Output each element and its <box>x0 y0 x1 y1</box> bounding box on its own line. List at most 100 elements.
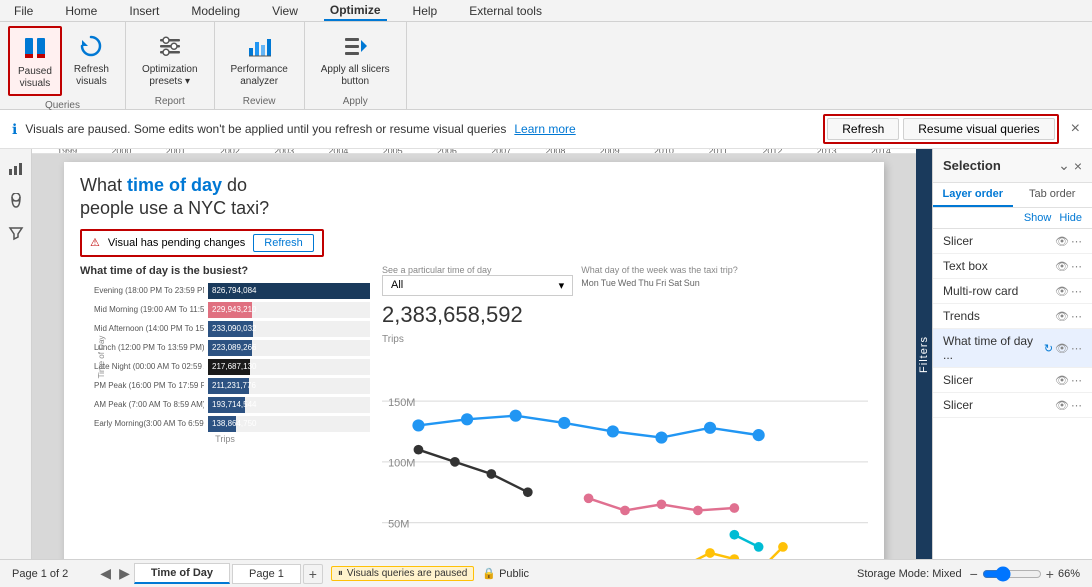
layer-more-icon[interactable]: ⋯ <box>1071 235 1082 248</box>
zoom-minus-button[interactable]: − <box>970 566 978 582</box>
review-group-title: Review <box>223 92 296 107</box>
ribbon-apply-buttons: Apply all slicersbutton <box>313 26 398 92</box>
layer-item-icons: 👁 ⋯ <box>1055 374 1082 387</box>
menu-optimize[interactable]: Optimize <box>324 1 387 21</box>
layer-item-icons: 👁 ⋯ <box>1055 310 1082 323</box>
layer-eye-icon[interactable]: 👁 <box>1055 285 1069 298</box>
day-thu[interactable]: Thu <box>638 278 654 288</box>
layer-more-icon[interactable]: ⋯ <box>1071 285 1082 298</box>
menu-modeling[interactable]: Modeling <box>185 2 246 20</box>
refresh-button[interactable]: Refresh <box>827 118 899 140</box>
sidebar-filter-icon[interactable] <box>4 221 28 245</box>
menu-file[interactable]: File <box>8 2 39 20</box>
day-fri[interactable]: Fri <box>656 278 667 288</box>
bar-track: 233,090,032 <box>208 321 370 337</box>
learn-more-link[interactable]: Learn more <box>514 122 575 136</box>
time-of-day-dropdown[interactable]: All ▾ <box>382 275 573 296</box>
apply-slicers-icon <box>339 30 371 62</box>
layer-eye-icon[interactable]: 👁 <box>1055 374 1069 387</box>
zoom-control: − + 66% <box>970 566 1080 582</box>
paused-visuals-button[interactable]: Pausedvisuals <box>8 26 62 96</box>
ribbon-group-apply: Apply all slicersbutton Apply <box>305 22 407 109</box>
tab-tab-order[interactable]: Tab order <box>1013 183 1092 207</box>
pause-icon: ⏸ <box>338 568 343 579</box>
pending-refresh-icon[interactable]: ↻ <box>1044 342 1053 355</box>
menu-external-tools[interactable]: External tools <box>463 2 548 20</box>
layer-item[interactable]: Multi-row card 👁 ⋯ <box>933 279 1092 304</box>
day-sun[interactable]: Sun <box>684 278 700 288</box>
layer-item[interactable]: Slicer 👁 ⋯ <box>933 393 1092 418</box>
filters-panel[interactable]: Filters <box>916 149 932 559</box>
scatter-svg: 150M 100M 50M 0M <box>382 351 868 559</box>
day-wed[interactable]: Wed <box>618 278 636 288</box>
layer-list: Slicer 👁 ⋯ Text box 👁 ⋯ Multi-row card <box>933 229 1092 559</box>
day-sat[interactable]: Sat <box>668 278 682 288</box>
title-part1: What <box>80 175 127 195</box>
layer-eye-icon[interactable]: 👁 <box>1055 235 1069 248</box>
refresh-visuals-button[interactable]: Refreshvisuals <box>66 26 117 92</box>
layer-more-icon[interactable]: ⋯ <box>1071 310 1082 323</box>
page-prev-button[interactable]: ◀ <box>96 563 115 584</box>
zoom-plus-button[interactable]: + <box>1046 566 1054 582</box>
page-tabs: ◀ ▶ Time of Day Page 1 + <box>96 563 323 584</box>
layer-item[interactable]: Text box 👁 ⋯ <box>933 254 1092 279</box>
panel-collapse-button[interactable]: ⌄ <box>1058 157 1070 174</box>
zoom-slider[interactable] <box>982 566 1042 582</box>
page-tab-time-of-day[interactable]: Time of Day <box>134 563 230 584</box>
layer-eye-icon[interactable]: 👁 <box>1055 260 1069 273</box>
bar-value: 826,794,084 <box>208 286 257 295</box>
selection-panel: Selection ⌄ × Layer order Tab order Show… <box>932 149 1092 559</box>
refresh-visuals-icon <box>75 30 107 62</box>
layer-eye-icon[interactable]: 👁 <box>1055 310 1069 323</box>
bar-label: Mid Morning (19:00 AM To 11:59 AM) <box>94 305 204 314</box>
panel-close-button[interactable]: × <box>1074 157 1082 174</box>
ribbon-group-queries: Pausedvisuals Refreshvisuals Queries <box>0 22 126 109</box>
performance-analyzer-button[interactable]: Performanceanalyzer <box>223 26 296 92</box>
notification-close-button[interactable]: × <box>1071 120 1080 138</box>
status-bar-left: Page 1 of 2 <box>12 568 68 580</box>
layer-item[interactable]: What time of day ... ↻ 👁 ⋯ <box>933 329 1092 368</box>
bar-fill: 211,231,776 <box>208 378 249 394</box>
optimization-presets-button[interactable]: Optimizationpresets ▾ <box>134 26 206 92</box>
tab-layer-order[interactable]: Layer order <box>933 183 1013 207</box>
layer-item[interactable]: Trends 👁 ⋯ <box>933 304 1092 329</box>
canvas-area: 1999 2000 2001 2002 2003 2004 2005 2006 … <box>32 149 916 559</box>
bar-value: 233,090,032 <box>208 324 257 333</box>
day-tue[interactable]: Tue <box>601 278 616 288</box>
layer-name: Slicer <box>943 398 973 412</box>
sidebar-data-icon[interactable] <box>4 189 28 213</box>
hide-all-link[interactable]: Hide <box>1059 212 1082 224</box>
layer-more-icon[interactable]: ⋯ <box>1071 342 1082 355</box>
chart-subtitle: What time of day is the busiest? <box>80 265 370 277</box>
paused-visuals-label: Pausedvisuals <box>18 66 52 90</box>
menu-view[interactable]: View <box>266 2 304 20</box>
layer-item[interactable]: Slicer 👁 ⋯ <box>933 229 1092 254</box>
show-all-link[interactable]: Show <box>1024 212 1052 224</box>
apply-all-slicers-button[interactable]: Apply all slicersbutton <box>313 26 398 92</box>
layer-eye-icon[interactable]: 👁 <box>1055 342 1069 355</box>
dow-label: What day of the week was the taxi trip? <box>581 265 868 275</box>
day-mon[interactable]: Mon <box>581 278 599 288</box>
status-bar-right: Storage Mode: Mixed − + 66% <box>857 566 1080 582</box>
add-page-button[interactable]: + <box>303 564 323 584</box>
svg-text:50M: 50M <box>388 518 409 530</box>
paused-text: Visuals queries are paused <box>347 568 467 579</box>
layer-item[interactable]: Slicer 👁 ⋯ <box>933 368 1092 393</box>
layer-more-icon[interactable]: ⋯ <box>1071 374 1082 387</box>
layer-item-left: Text box <box>943 259 988 273</box>
bar-row: Early Morning(3:00 AM To 6:59 AM) 138,86… <box>94 416 370 432</box>
page-next-button[interactable]: ▶ <box>115 563 134 584</box>
layer-eye-icon[interactable]: 👁 <box>1055 399 1069 412</box>
menu-home[interactable]: Home <box>59 2 103 20</box>
notification-text: Visuals are paused. Some edits won't be … <box>25 122 506 136</box>
menu-insert[interactable]: Insert <box>123 2 165 20</box>
layer-more-icon[interactable]: ⋯ <box>1071 399 1082 412</box>
layer-more-icon[interactable]: ⋯ <box>1071 260 1082 273</box>
menu-help[interactable]: Help <box>407 2 444 20</box>
bar-label: Late Night (00:00 AM To 02:59 AM) <box>94 362 204 371</box>
page-tab-page1[interactable]: Page 1 <box>232 564 301 584</box>
storage-mode: Storage Mode: Mixed <box>857 568 962 580</box>
resume-visual-queries-button[interactable]: Resume visual queries <box>903 118 1054 140</box>
sidebar-chart-icon[interactable] <box>4 157 28 181</box>
visual-refresh-button[interactable]: Refresh <box>253 234 314 252</box>
